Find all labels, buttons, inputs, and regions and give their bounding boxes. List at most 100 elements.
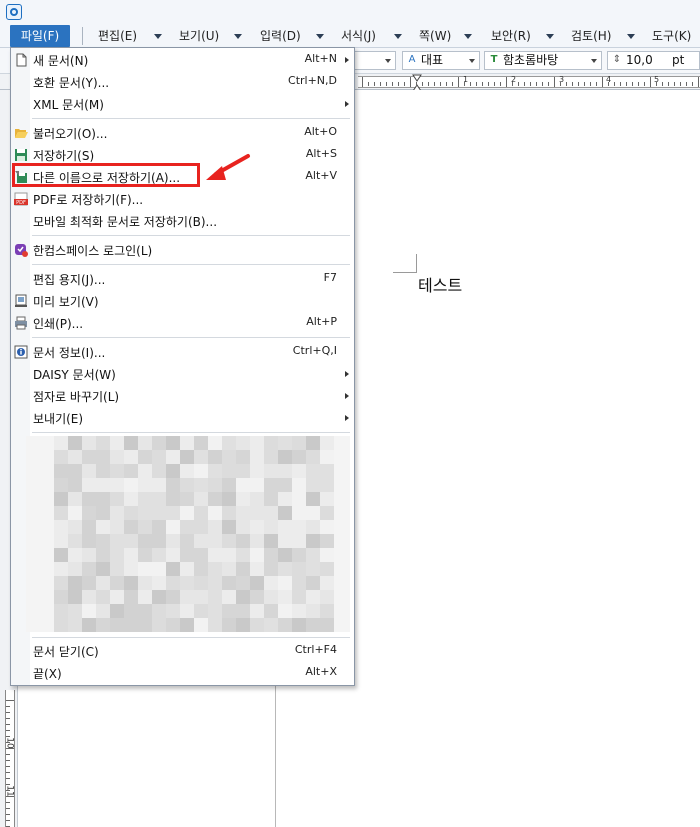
- blur-cell: [124, 576, 138, 590]
- blur-cell: [68, 618, 82, 632]
- menu-separator: [32, 264, 350, 265]
- menu-item-braille[interactable]: 점자로 바꾸기(L): [11, 385, 354, 407]
- ruler-tick: [536, 82, 537, 86]
- blur-cell: [124, 478, 138, 492]
- menu-tools[interactable]: 도구(K): [652, 24, 691, 48]
- ruler-tick: [614, 82, 615, 86]
- menu-item-save-pdf[interactable]: PDF PDF로 저장하기(F)...: [11, 188, 354, 210]
- menu-item-close-document[interactable]: 문서 닫기(C) Ctrl+F4: [11, 640, 354, 662]
- blur-cell: [54, 436, 68, 450]
- blur-cell: [292, 618, 306, 632]
- blur-cell: [208, 576, 222, 590]
- blur-cell: [82, 576, 96, 590]
- chevron-down-icon[interactable]: [464, 34, 472, 39]
- vruler-tick: [6, 784, 10, 785]
- blur-cell: [250, 464, 264, 478]
- blur-cell: [292, 604, 306, 618]
- menu-view[interactable]: 보기(U): [179, 24, 219, 48]
- font-icon: T: [490, 54, 498, 65]
- blur-cell: [236, 534, 250, 548]
- blur-cell: [348, 436, 350, 450]
- chevron-down-icon[interactable]: [546, 34, 554, 39]
- font-size-input[interactable]: ⇕ 10,0 pt: [607, 51, 700, 70]
- blur-cell: [40, 464, 54, 478]
- blur-cell: [26, 548, 40, 562]
- menu-item-save-mobile[interactable]: 모바일 최적화 문서로 저장하기(B)...: [11, 210, 354, 232]
- menu-item-compat-document[interactable]: 호환 문서(Y)... Ctrl+N,D: [11, 71, 354, 93]
- vruler-tick: [6, 814, 10, 815]
- blur-cell: [152, 506, 166, 520]
- ruler-tick: [584, 82, 585, 86]
- menu-item-open[interactable]: 불러오기(O)... Alt+O: [11, 122, 354, 144]
- blur-cell: [306, 464, 320, 478]
- blur-cell: [110, 548, 124, 562]
- blur-cell: [292, 562, 306, 576]
- ruler-tick: [416, 82, 417, 86]
- blur-cell: [40, 534, 54, 548]
- menu-item-new-document[interactable]: 새 문서(N) Alt+N: [11, 49, 354, 71]
- blur-cell: [348, 464, 350, 478]
- menu-item-print[interactable]: 인쇄(P)... Alt+P: [11, 312, 354, 334]
- document-text[interactable]: 테스트: [418, 272, 462, 296]
- blur-cell: [166, 534, 180, 548]
- ruler-tick: [530, 82, 531, 86]
- blur-cell: [250, 436, 264, 450]
- vruler-number: 10: [4, 737, 15, 749]
- blur-cell: [306, 548, 320, 562]
- blur-cell: [26, 562, 40, 576]
- recent-documents-list-blurred[interactable]: [26, 436, 350, 632]
- menu-item-send[interactable]: 보내기(E): [11, 407, 354, 429]
- vruler-tick: [6, 748, 14, 749]
- menu-edit[interactable]: 편집(E): [98, 24, 137, 48]
- blur-cell: [180, 478, 194, 492]
- font-select[interactable]: T 함초롬바탕: [484, 51, 602, 70]
- menu-item-daisy-document[interactable]: DAISY 문서(W): [11, 363, 354, 385]
- ruler-tick: [680, 82, 681, 86]
- blur-cell: [110, 492, 124, 506]
- blur-cell: [320, 548, 334, 562]
- blur-cell: [138, 604, 152, 618]
- blur-cell: [250, 492, 264, 506]
- blur-cell: [40, 576, 54, 590]
- blur-cell: [124, 450, 138, 464]
- menu-item-page-setup[interactable]: 편집 용지(J)... F7: [11, 268, 354, 290]
- blur-cell: [166, 604, 180, 618]
- chevron-down-icon[interactable]: [154, 34, 162, 39]
- chevron-down-icon[interactable]: [316, 34, 324, 39]
- menu-item-document-info[interactable]: 문서 정보(I)... Ctrl+Q,I: [11, 341, 354, 363]
- submenu-arrow-icon: [345, 415, 349, 421]
- blur-cell: [194, 492, 208, 506]
- menu-review[interactable]: 검토(H): [571, 24, 611, 48]
- blur-cell: [82, 548, 96, 562]
- blur-cell: [208, 492, 222, 506]
- menu-format[interactable]: 서식(J): [341, 24, 376, 48]
- chevron-down-icon[interactable]: [627, 34, 635, 39]
- menu-file[interactable]: 파일(F): [10, 25, 70, 47]
- blur-cell: [26, 604, 40, 618]
- blur-cell: [250, 506, 264, 520]
- chevron-down-icon[interactable]: [234, 34, 242, 39]
- style-select[interactable]: A 대표: [402, 51, 480, 70]
- menu-insert[interactable]: 입력(D): [260, 24, 301, 48]
- menu-item-hancom-space-login[interactable]: 한컴스페이스 로그인(L): [11, 239, 354, 261]
- blur-cell: [152, 618, 166, 632]
- chevron-down-icon[interactable]: [394, 34, 402, 39]
- ruler-tick: [632, 82, 633, 86]
- blur-cell: [208, 548, 222, 562]
- hwp-app-icon[interactable]: [6, 4, 22, 20]
- pdf-icon: PDF: [14, 192, 28, 206]
- vruler-tick: [6, 802, 10, 803]
- blur-cell: [26, 534, 40, 548]
- menu-security[interactable]: 보안(R): [491, 24, 531, 48]
- blur-cell: [180, 548, 194, 562]
- blur-cell: [334, 576, 348, 590]
- menu-item-exit[interactable]: 끝(X) Alt+X: [11, 662, 354, 684]
- blur-cell: [278, 590, 292, 604]
- blur-cell: [222, 436, 236, 450]
- blur-cell: [250, 618, 264, 632]
- menu-item-preview[interactable]: 미리 보기(V): [11, 290, 354, 312]
- blur-cell: [180, 590, 194, 604]
- menu-page[interactable]: 쪽(W): [419, 24, 451, 48]
- menu-item-xml-document[interactable]: XML 문서(M): [11, 93, 354, 115]
- menu-separator: [32, 337, 350, 338]
